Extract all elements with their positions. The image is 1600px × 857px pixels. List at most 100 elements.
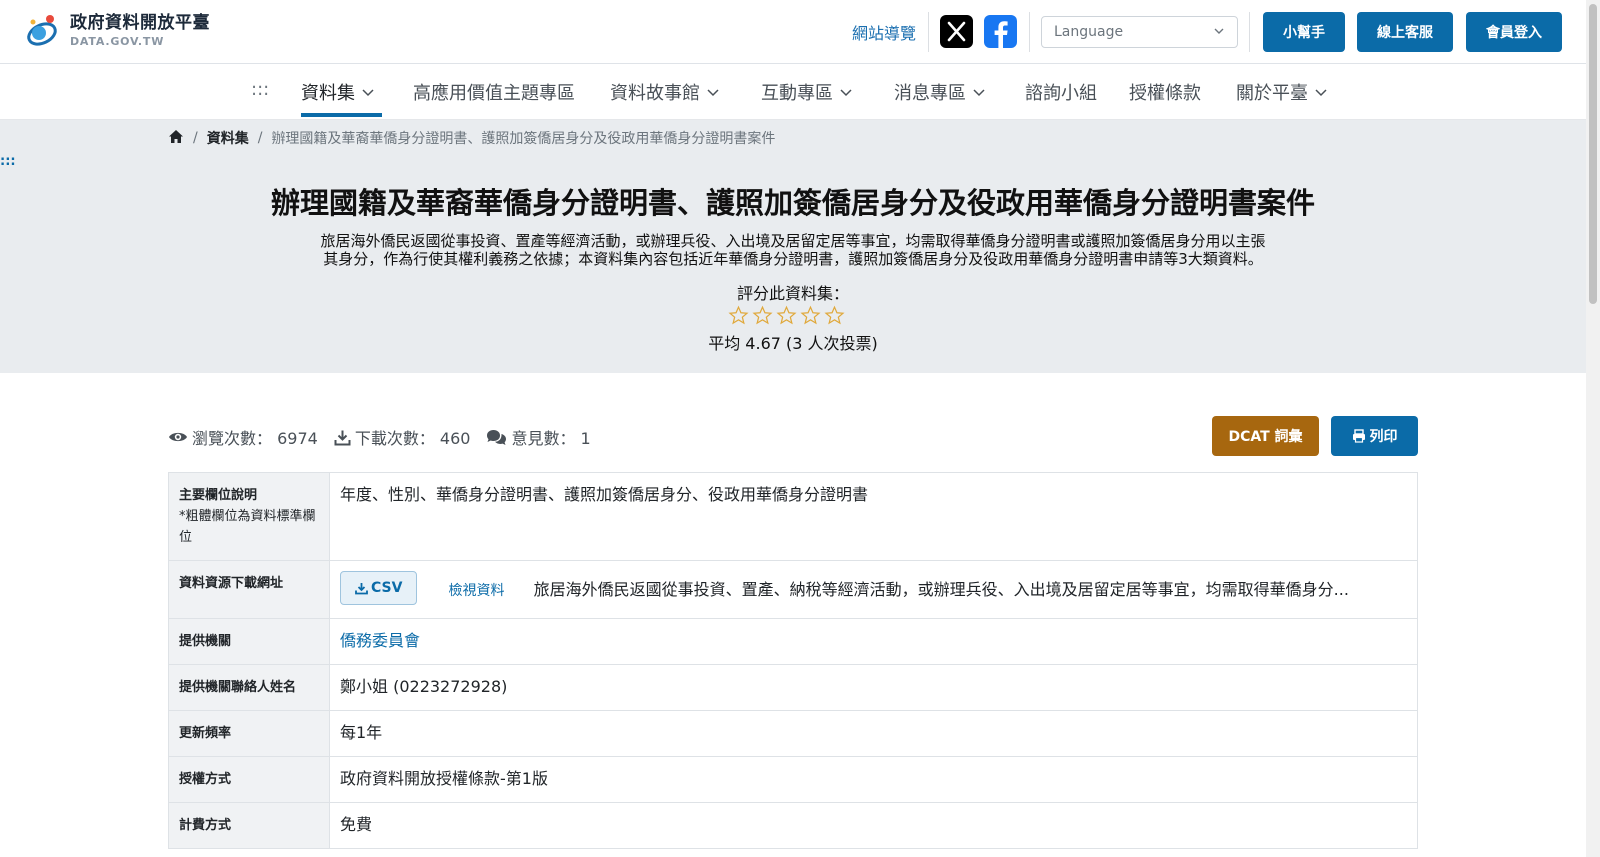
logo-title: 政府資料開放平臺 (70, 13, 210, 33)
star-icon[interactable] (776, 305, 797, 326)
downloads-stat: 下載次數： 460 (334, 425, 471, 449)
language-select[interactable]: Language (1041, 16, 1238, 48)
facebook-icon[interactable] (984, 15, 1017, 48)
breadcrumb-link[interactable]: 資料集 (207, 128, 249, 148)
nav-item-label: 諮詢小組 (1025, 83, 1097, 104)
table-row: 提供機關聯絡人姓名 鄭小姐 (0223272928) (168, 664, 1418, 711)
nav-item-label: 資料集 (301, 83, 355, 104)
home-icon[interactable] (168, 129, 184, 148)
content-accesskey[interactable]: ::: (0, 154, 16, 169)
language-select-value: Language (1054, 24, 1124, 40)
row-header-label: 主要欄位說明 (179, 488, 258, 503)
csv-label: CSV (371, 580, 403, 596)
comments-count: 意見數： 1 (511, 429, 591, 448)
dataset-stats: 瀏覽次數： 6974 下載次數： 460 意見數： 1 (168, 425, 607, 449)
table-row: 計費方式 免費 (168, 802, 1418, 849)
scrollbar-thumb[interactable] (1589, 4, 1597, 304)
row-header: 資料資源下載網址 (168, 560, 330, 619)
table-row: 主要欄位說明 *粗體欄位為資料標準欄位 年度、性別、華僑身分證明書、護照加簽僑居… (168, 472, 1418, 561)
nav-active-indicator (301, 113, 382, 117)
sitemap-link[interactable]: 網站導覽 (852, 20, 916, 44)
divider (928, 12, 929, 52)
views-stat: 瀏覽次數： 6974 (168, 425, 318, 449)
downloads-count: 下載次數： 460 (354, 429, 471, 448)
row-value: 僑務委員會 (329, 618, 1418, 665)
page-scrollbar[interactable] (1586, 0, 1600, 857)
description-line: 其身分，作為行使其權利義務之依據；本資料集內容包括近年華僑身分證明書，護照加簽僑… (323, 250, 1263, 268)
provider-org-link[interactable]: 僑務委員會 (340, 631, 420, 650)
nav-item-about[interactable]: 關於平臺 (1236, 79, 1328, 105)
nav-item-interactive[interactable]: 互動專區 (761, 79, 853, 105)
logo-icon (24, 12, 64, 50)
nav-item-advisory[interactable]: 諮詢小組 (1025, 79, 1097, 105)
nav-accesskey[interactable]: ::: (251, 79, 269, 100)
nav-item-news[interactable]: 消息專區 (894, 79, 986, 105)
print-label: 列印 (1369, 429, 1398, 445)
nav-item-label: 高應用價值主題專區 (413, 83, 575, 104)
logo-subtitle: DATA.GOV.TW (70, 35, 165, 48)
table-row: 授權方式 政府資料開放授權條款-第1版 (168, 756, 1418, 803)
comments-stat: 意見數： 1 (486, 425, 591, 449)
nav-item-label: 資料故事館 (610, 83, 700, 104)
description-line: 旅居海外僑民返國從事投資、置產等經濟活動，或辦理兵役、入出境及居留定居等事宜，均… (320, 232, 1266, 250)
nav-item-high-value[interactable]: 高應用價值主題專區 (413, 79, 575, 105)
resource-description: 旅居海外僑民返國從事投資、置產、納稅等經濟活動，或辦理兵役、入出境及居留定居等事… (533, 579, 1349, 599)
download-icon (355, 582, 368, 594)
rating-stars[interactable] (728, 305, 845, 326)
table-row: 更新頻率 每1年 (168, 710, 1418, 757)
csv-download-button[interactable]: CSV (340, 571, 418, 605)
main-nav: ::: 資料集 高應用價值主題專區 資料故事館 互動專區 消息專區 諮詢小組 授… (0, 64, 1586, 120)
table-row: 資料資源下載網址 CSV 檢視資料 旅居海外僑民返國從事投資、置產、納稅等經濟活… (168, 560, 1418, 619)
nav-item-license[interactable]: 授權條款 (1129, 79, 1201, 105)
chevron-down-icon (840, 89, 852, 97)
print-button[interactable]: 列印 (1331, 416, 1418, 456)
chevron-down-icon (707, 89, 719, 97)
online-service-button[interactable]: 線上客服 (1357, 12, 1453, 52)
row-header: 更新頻率 (168, 710, 330, 757)
divider (1029, 12, 1030, 52)
site-logo[interactable]: 政府資料開放平臺 DATA.GOV.TW (24, 12, 210, 50)
star-icon[interactable] (800, 305, 821, 326)
row-value: 年度、性別、華僑身分證明書、護照加簽僑居身分、役政用華僑身分證明書 (329, 472, 1418, 561)
breadcrumb-current: 辦理國籍及華裔華僑身分證明書、護照加簽僑居身分及役政用華僑身分證明書案件 (271, 131, 776, 147)
download-icon (334, 430, 351, 445)
views-count: 瀏覽次數： 6974 (192, 429, 318, 448)
rating-average: 平均 4.67 (3 人次投票) (708, 334, 878, 353)
row-value: 每1年 (329, 710, 1418, 757)
nav-item-label: 關於平臺 (1236, 83, 1308, 104)
printer-icon (1352, 429, 1365, 443)
dataset-description: 旅居海外僑民返國從事投資、置產等經濟活動，或辦理兵役、入出境及居留定居等事宜，均… (280, 232, 1306, 268)
star-icon[interactable] (752, 305, 773, 326)
page-title: 辦理國籍及華裔華僑身分證明書、護照加簽僑居身分及役政用華僑身分證明書案件 (270, 186, 1315, 220)
dcat-vocabulary-button[interactable]: DCAT 詞彙 (1212, 416, 1319, 456)
breadcrumb: / 資料集 / 辦理國籍及華裔華僑身分證明書、護照加簽僑居身分及役政用華僑身分證… (168, 128, 775, 148)
row-header: 主要欄位說明 *粗體欄位為資料標準欄位 (168, 472, 330, 561)
x-twitter-icon[interactable] (940, 15, 973, 48)
nav-item-stories[interactable]: 資料故事館 (610, 79, 720, 105)
row-value: 免費 (329, 802, 1418, 849)
row-value: 鄭小姐 (0223272928) (329, 664, 1418, 711)
row-header-note: *粗體欄位為資料標準欄位 (179, 509, 316, 545)
chevron-down-icon (1213, 25, 1225, 41)
row-value: 政府資料開放授權條款-第1版 (329, 756, 1418, 803)
view-data-link[interactable]: 檢視資料 (449, 583, 505, 599)
table-row: 提供機關 僑務委員會 (168, 618, 1418, 665)
star-icon[interactable] (824, 305, 845, 326)
comments-icon (487, 429, 507, 445)
row-header: 授權方式 (168, 756, 330, 803)
row-header: 計費方式 (168, 802, 330, 849)
nav-item-label: 互動專區 (761, 83, 833, 104)
helper-button[interactable]: 小幫手 (1263, 12, 1345, 52)
star-icon[interactable] (728, 305, 749, 326)
dataset-metadata-table: 主要欄位說明 *粗體欄位為資料標準欄位 年度、性別、華僑身分證明書、護照加簽僑居… (168, 472, 1418, 849)
nav-item-datasets[interactable]: 資料集 (301, 79, 375, 105)
dataset-hero: / 資料集 / 辦理國籍及華裔華僑身分證明書、護照加簽僑居身分及役政用華僑身分證… (0, 120, 1586, 373)
row-header: 提供機關聯絡人姓名 (168, 664, 330, 711)
row-header: 提供機關 (168, 618, 330, 665)
chevron-down-icon (1315, 89, 1327, 97)
chevron-down-icon (362, 89, 374, 97)
rating-label: 評分此資料集： (736, 284, 849, 303)
login-button[interactable]: 會員登入 (1466, 12, 1562, 52)
row-value: CSV 檢視資料 旅居海外僑民返國從事投資、置產、納稅等經濟活動，或辦理兵役、入… (329, 560, 1418, 619)
site-header: 政府資料開放平臺 DATA.GOV.TW 網站導覽 Language 小幫手 線… (0, 0, 1586, 64)
